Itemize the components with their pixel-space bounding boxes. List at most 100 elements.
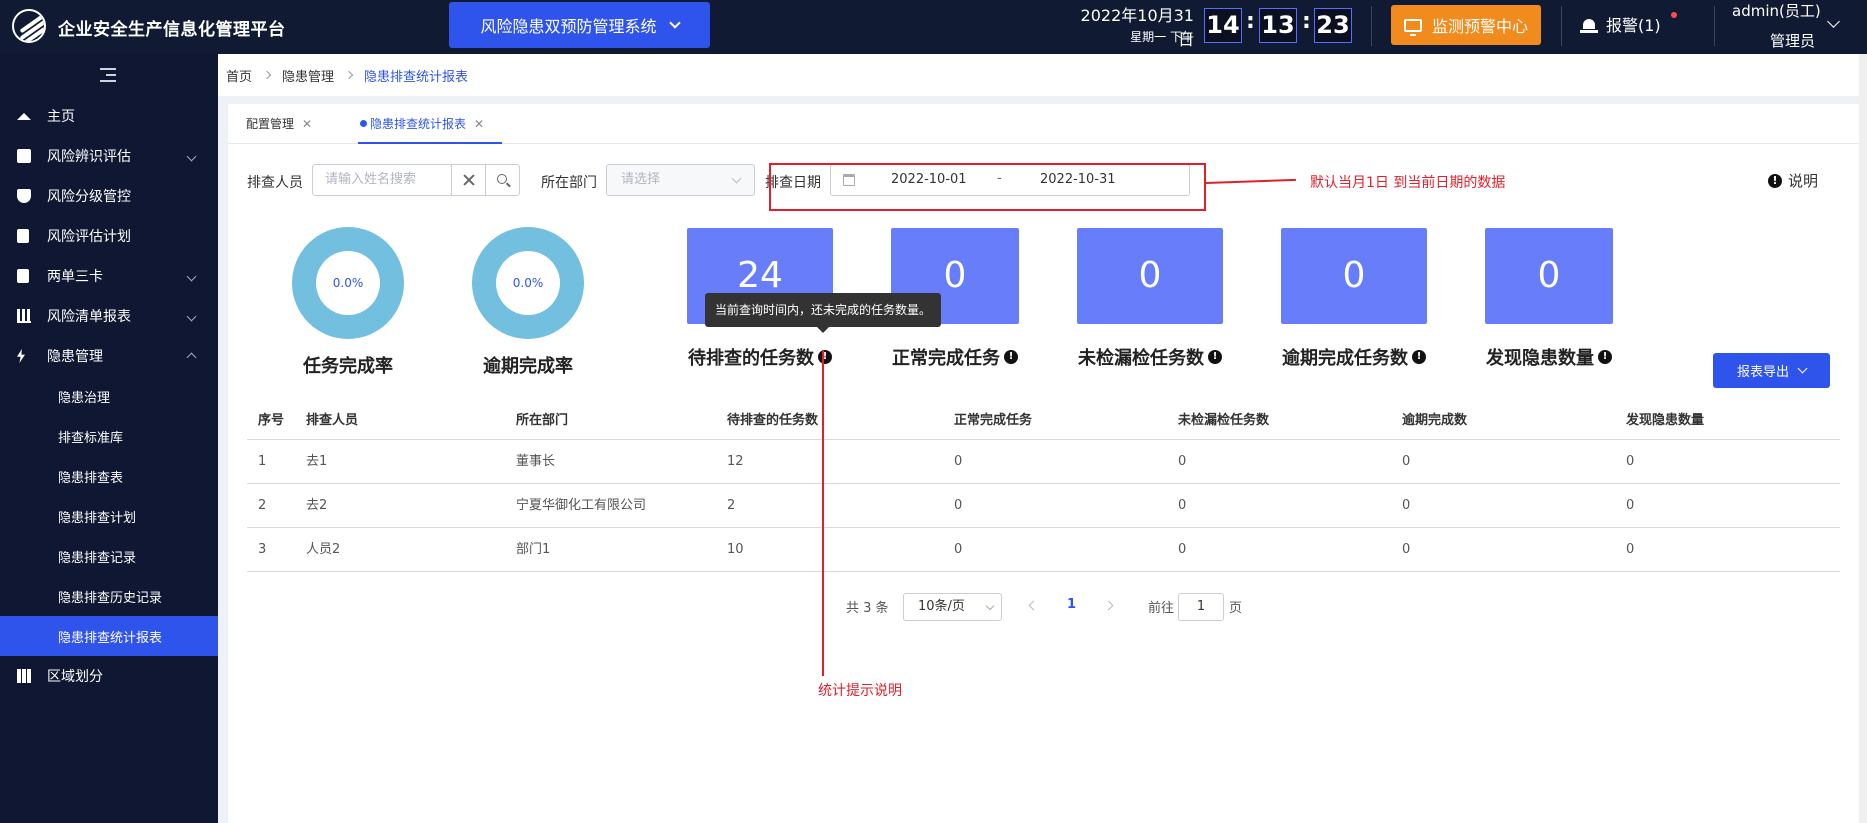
help-button[interactable]: ! 说明 xyxy=(1768,170,1818,191)
sidebar-subitem-label: 排查标准库 xyxy=(58,430,124,446)
search-button[interactable] xyxy=(485,164,520,196)
chevron-down-icon[interactable] xyxy=(1827,15,1840,28)
page-size-value: 10条/页 xyxy=(918,599,965,614)
sidebar-item-hazard-management[interactable]: 隐患管理 xyxy=(0,336,218,376)
document-icon xyxy=(17,229,29,243)
table-cell: 部门1 xyxy=(516,542,551,557)
table-cell: 去2 xyxy=(306,498,328,513)
menu-collapse-icon[interactable] xyxy=(100,68,116,82)
overdue-completion-label: 逾期完成率 xyxy=(483,356,573,377)
hazards-found-label: 发现隐患数量! xyxy=(1486,344,1612,370)
sidebar-subitem-check-table[interactable]: 隐患排查表 xyxy=(0,456,218,496)
table-cell: 12 xyxy=(727,454,744,469)
normal-completed-label: 正常完成任务! xyxy=(892,344,1018,370)
sidebar-subitem-label: 隐患排查统计报表 xyxy=(58,630,163,646)
stat-label-text: 正常完成任务 xyxy=(892,348,1000,369)
app-title: 企业安全生产信息化管理平台 xyxy=(58,20,286,40)
table-cell: 0 xyxy=(954,498,963,513)
sidebar-subitem-check-statistics[interactable]: 隐患排查统计报表 xyxy=(0,616,218,656)
info-icon[interactable]: ! xyxy=(1004,350,1018,364)
page-size-select[interactable]: 10条/页 xyxy=(903,593,1002,621)
system-switch-label: 风险隐患双预防管理系统 xyxy=(480,17,657,36)
sidebar-item-risk-report[interactable]: 风险清单报表 xyxy=(0,296,218,336)
sidebar-item-label: 主页 xyxy=(47,109,75,125)
sidebar-subitem-label: 隐患排查表 xyxy=(58,470,124,486)
missed-tasks-stat: 0 xyxy=(1077,228,1223,324)
close-icon[interactable]: ✕ xyxy=(474,117,484,131)
dept-filter-label: 所在部门 xyxy=(541,175,597,191)
sidebar-subitem-check-standard[interactable]: 排查标准库 xyxy=(0,416,218,456)
task-completion-donut: 0.0% xyxy=(292,227,404,339)
sidebar-subitem-check-plan[interactable]: 隐患排查计划 xyxy=(0,496,218,536)
sidebar-item-label: 区域划分 xyxy=(47,669,103,685)
clock-minutes: 13 xyxy=(1259,8,1297,43)
sidebar-subitem-hazard-governance[interactable]: 隐患治理 xyxy=(0,376,218,416)
sidebar-item-label: 两单三卡 xyxy=(47,269,103,285)
page-suffix: 页 xyxy=(1229,601,1243,616)
edit-icon xyxy=(17,149,31,163)
breadcrumb-hazard-management[interactable]: 隐患管理 xyxy=(282,66,334,85)
table-cell: 1 xyxy=(258,454,267,469)
divider xyxy=(1561,6,1562,46)
info-icon[interactable]: ! xyxy=(1208,350,1222,364)
alarm-button[interactable]: 报警(1) xyxy=(1580,12,1661,36)
column-header: 逾期完成数 xyxy=(1402,413,1468,428)
sidebar-item-risk-plan[interactable]: 风险评估计划 xyxy=(0,216,218,256)
tab-config-management[interactable]: 配置管理 ✕ xyxy=(246,104,312,144)
column-header: 所在部门 xyxy=(516,413,569,428)
overdue-completed-stat: 0 xyxy=(1281,228,1427,324)
chevron-down-icon xyxy=(186,271,197,281)
sidebar-item-area-division[interactable]: 区域划分 xyxy=(0,656,218,696)
sidebar-item-risk-identify[interactable]: 风险辨识评估 xyxy=(0,136,218,176)
divider xyxy=(1714,6,1715,46)
logo-icon xyxy=(12,9,46,43)
sidebar-subitem-check-history[interactable]: 隐患排查历史记录 xyxy=(0,576,218,616)
close-icon[interactable]: ✕ xyxy=(302,117,312,131)
tab-check-statistics[interactable]: 隐患排查统计报表 ✕ xyxy=(358,104,502,144)
clipboard-icon xyxy=(17,269,29,283)
donut-value: 0.0% xyxy=(512,276,544,290)
chevron-up-icon xyxy=(186,352,197,363)
export-report-button[interactable]: 报表导出 xyxy=(1713,353,1830,388)
user-name[interactable]: admin(员工) xyxy=(1732,0,1821,21)
chevron-down-icon xyxy=(668,17,681,29)
sidebar-item-home[interactable]: 主页 xyxy=(0,96,218,136)
table-cell: 0 xyxy=(1402,542,1411,557)
date-annotation-box xyxy=(769,163,1206,211)
task-completion-label: 任务完成率 xyxy=(303,356,393,377)
stat-label-text: 未检漏检任务数 xyxy=(1078,348,1204,369)
goto-page-input[interactable]: 1 xyxy=(1178,593,1224,621)
table-cell: 宁夏华御化工有限公司 xyxy=(516,498,647,513)
pending-tasks-label: 待排查的任务数! xyxy=(688,344,832,370)
info-icon[interactable]: ! xyxy=(1412,350,1426,364)
sidebar-item-risk-control[interactable]: 风险分级管控 xyxy=(0,176,218,216)
system-switch-dropdown[interactable]: 风险隐患双预防管理系统 xyxy=(449,2,710,48)
chevron-right-icon xyxy=(262,70,272,80)
shield-icon xyxy=(17,189,31,203)
breadcrumb-home[interactable]: 首页 xyxy=(226,66,252,85)
sidebar-item-label: 隐患管理 xyxy=(47,349,103,365)
clear-button[interactable] xyxy=(451,164,486,196)
info-icon[interactable]: ! xyxy=(1598,350,1612,364)
table-row[interactable]: 3 人员2 部门1 10 0 0 0 0 xyxy=(247,528,1840,572)
info-icon[interactable]: ! xyxy=(818,350,832,364)
statistics-table: 序号 排查人员 所在部门 待排查的任务数 正常完成任务 未检漏检任务数 逾期完成… xyxy=(247,401,1840,572)
page-scrollbar[interactable] xyxy=(1859,54,1867,823)
sidebar-item-label: 风险辨识评估 xyxy=(47,149,131,165)
date-annotation-text: 默认当月1日 到当前日期的数据 xyxy=(1310,175,1506,191)
grid-icon xyxy=(17,669,31,683)
monitor-center-button[interactable]: 监测预警中心 xyxy=(1391,5,1541,45)
sidebar-item-two-lists[interactable]: 两单三卡 xyxy=(0,256,218,296)
dept-select[interactable]: 请选择 xyxy=(606,164,755,196)
table-row[interactable]: 2 去2 宁夏华御化工有限公司 2 0 0 0 0 xyxy=(247,484,1840,528)
person-search-input[interactable]: 请输入姓名搜索 xyxy=(312,164,452,196)
lightning-icon xyxy=(17,349,25,363)
pager-total: 共 3 条 xyxy=(846,601,889,616)
sidebar-subitem-label: 隐患排查历史记录 xyxy=(58,590,163,606)
table-cell: 0 xyxy=(1178,454,1187,469)
current-page[interactable]: 1 xyxy=(1067,597,1076,612)
table-cell: 0 xyxy=(1178,542,1187,557)
sidebar-subitem-check-record[interactable]: 隐患排查记录 xyxy=(0,536,218,576)
sidebar-subitem-label: 隐患排查计划 xyxy=(58,510,137,526)
table-row[interactable]: 1 去1 董事长 12 0 0 0 0 xyxy=(247,440,1840,484)
